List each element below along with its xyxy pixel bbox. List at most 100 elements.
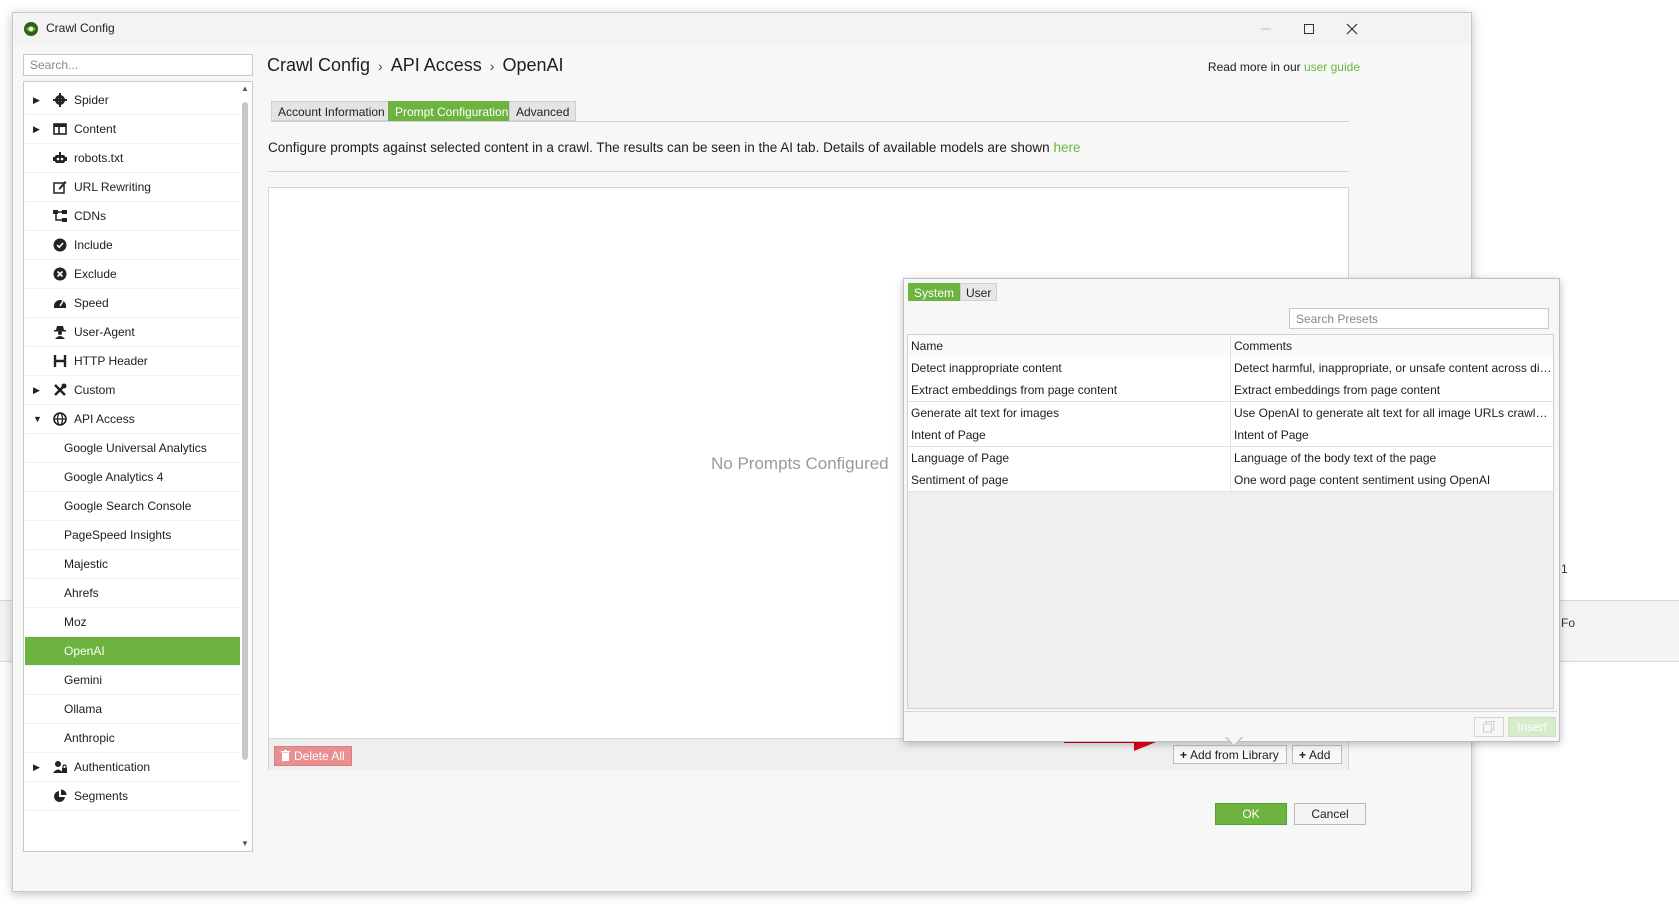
- add-from-library-button[interactable]: + Add from Library: [1173, 745, 1287, 764]
- preset-search-input[interactable]: [1289, 308, 1549, 329]
- sidebar-item-label: OpenAI: [64, 644, 105, 658]
- sidebar-item-anthropic[interactable]: Anthropic: [25, 724, 240, 753]
- sidebar-item-google-analytics-4[interactable]: Google Analytics 4: [25, 463, 240, 492]
- column-header-name[interactable]: Name: [908, 335, 1231, 357]
- background-fragment: Fo: [1561, 616, 1576, 630]
- delete-all-button[interactable]: Delete All: [274, 746, 352, 766]
- breadcrumb-item: Crawl Config: [267, 55, 371, 75]
- sidebar-item-label: User-Agent: [74, 325, 135, 339]
- sidebar-item-cdns[interactable]: CDNs: [25, 202, 240, 231]
- sidebar-item-exclude[interactable]: Exclude: [25, 260, 240, 289]
- caret-right-icon[interactable]: ▶: [33, 86, 40, 114]
- config-tree-list: ▶ Spider ▶ Content robots.txt URL Rewriting CD…: [25, 86, 240, 811]
- column-header-comments[interactable]: Comments: [1231, 335, 1553, 357]
- tab-advanced[interactable]: Advanced: [509, 101, 577, 121]
- tab-account-information[interactable]: Account Information: [271, 101, 392, 121]
- tree-scrollbar[interactable]: ▲ ▼: [240, 84, 250, 849]
- breadcrumb-item: API Access: [390, 55, 482, 75]
- sidebar-item-spider[interactable]: ▶ Spider: [25, 86, 240, 115]
- sidebar-item-api-access[interactable]: ▼ API Access: [25, 405, 240, 434]
- divider: [268, 171, 1349, 172]
- breadcrumb-separator-icon: ›: [489, 58, 495, 74]
- sidebar-item-label: Majestic: [64, 557, 109, 571]
- trash-icon: [281, 750, 290, 761]
- sidebar-item-moz[interactable]: Moz: [25, 608, 240, 637]
- table-row[interactable]: Language of Page Language of the body tex…: [908, 446, 1553, 470]
- copy-icon: [1483, 721, 1495, 733]
- user-guide-link[interactable]: user guide: [1304, 60, 1360, 74]
- table-row[interactable]: Detect inappropriate content Detect harmf…: [908, 357, 1553, 380]
- sidebar-item-user-agent[interactable]: User-Agent: [25, 318, 240, 347]
- tab-user[interactable]: User: [960, 283, 998, 301]
- models-here-link[interactable]: here: [1053, 140, 1080, 155]
- tab-prompt-configuration[interactable]: Prompt Configuration: [388, 101, 516, 121]
- preset-name-cell: Intent of Page: [908, 424, 1231, 447]
- sidebar-item-ahrefs[interactable]: Ahrefs: [25, 579, 240, 608]
- sidebar-item-label: Content: [74, 122, 117, 136]
- read-more-label: Read more in our: [1207, 60, 1304, 74]
- globe-icon: [53, 412, 67, 426]
- table-row[interactable]: Sentiment of page One word page content s…: [908, 469, 1553, 492]
- sidebar-item-label: Segments: [74, 789, 129, 803]
- sidebar-item-custom[interactable]: ▶ Custom: [25, 376, 240, 405]
- sidebar-item-label: Google Search Console: [64, 499, 192, 513]
- copy-button[interactable]: [1474, 717, 1504, 737]
- add-button[interactable]: + Add: [1292, 745, 1342, 764]
- sidebar-item-label: Gemini: [64, 673, 103, 687]
- sidebar-item-url-rewriting[interactable]: URL Rewriting: [25, 173, 240, 202]
- preset-name-cell: Extract embeddings from page content: [908, 379, 1231, 402]
- sidebar-item-gemini[interactable]: Gemini: [25, 666, 240, 695]
- sidebar-item-include[interactable]: Include: [25, 231, 240, 260]
- sidebar-item-label: Moz: [64, 615, 87, 629]
- sidebar-item-openai[interactable]: OpenAI: [25, 637, 240, 666]
- caret-right-icon[interactable]: ▶: [33, 753, 40, 781]
- sidebar-item-majestic[interactable]: Majestic: [25, 550, 240, 579]
- maximize-button[interactable]: [1286, 13, 1332, 45]
- sidebar-item-pagespeed-insights[interactable]: PageSpeed Insights: [25, 521, 240, 550]
- close-button[interactable]: [1329, 13, 1375, 45]
- columns-icon: [53, 123, 67, 135]
- caret-down-icon[interactable]: ▼: [33, 405, 42, 433]
- sidebar-search-input[interactable]: [23, 54, 253, 76]
- table-row[interactable]: Extract embeddings from page content Extr…: [908, 379, 1553, 403]
- edit-icon: [53, 181, 67, 194]
- caret-right-icon[interactable]: ▶: [33, 115, 40, 143]
- sidebar-item-google-universal-analytics[interactable]: Google Universal Analytics: [25, 434, 240, 463]
- sidebar-item-label: CDNs: [74, 209, 106, 223]
- sidebar-item-label: URL Rewriting: [74, 180, 151, 194]
- sidebar-item-ollama[interactable]: Ollama: [25, 695, 240, 724]
- insert-button[interactable]: Insert: [1508, 717, 1556, 737]
- preset-comment-cell: Use OpenAI to generate alt text for all …: [1234, 405, 1553, 420]
- delete-all-label: Delete All: [294, 749, 345, 763]
- sidebar-item-label: Custom: [74, 383, 116, 397]
- read-more-text: Read more in our user guide: [1163, 60, 1360, 74]
- sidebar-item-authentication[interactable]: ▶ Authentication: [25, 753, 240, 782]
- sidebar-item-robots-txt[interactable]: robots.txt: [25, 144, 240, 173]
- preset-comment-cell: Detect harmful, inappropriate, or unsafe…: [1234, 361, 1553, 375]
- sidebar-item-content[interactable]: ▶ Content: [25, 115, 240, 144]
- minimize-button[interactable]: [1243, 13, 1289, 45]
- scroll-up-icon[interactable]: ▲: [240, 84, 250, 94]
- sidebar-item-google-search-console[interactable]: Google Search Console: [25, 492, 240, 521]
- table-row[interactable]: Generate alt text for images Use OpenAI t…: [908, 401, 1553, 425]
- tab-system[interactable]: System: [908, 283, 961, 301]
- scroll-down-icon[interactable]: ▼: [240, 839, 250, 849]
- minimize-icon: [1261, 28, 1271, 30]
- user-lock-icon: [53, 761, 67, 773]
- sidebar-item-segments[interactable]: Segments: [25, 782, 240, 811]
- sidebar-item-http-header[interactable]: HTTP Header: [25, 347, 240, 376]
- ok-button[interactable]: OK: [1215, 803, 1287, 825]
- network-icon: [53, 210, 67, 222]
- table-row[interactable]: Intent of Page Intent of Page: [908, 424, 1553, 448]
- plus-icon: +: [1180, 748, 1188, 762]
- sidebar-item-speed[interactable]: Speed: [25, 289, 240, 318]
- caret-right-icon[interactable]: ▶: [33, 376, 40, 404]
- title-bar: Crawl Config: [13, 13, 1471, 45]
- scrollbar-thumb[interactable]: [242, 102, 248, 760]
- check-circle-icon: [53, 238, 67, 252]
- cancel-button[interactable]: Cancel: [1294, 803, 1366, 825]
- add-label: Add: [1309, 748, 1331, 762]
- table-header-row: Name Comments: [908, 335, 1553, 358]
- maximize-icon: [1304, 24, 1314, 34]
- preset-table: Name Comments Detect inappropriate conte…: [907, 334, 1554, 709]
